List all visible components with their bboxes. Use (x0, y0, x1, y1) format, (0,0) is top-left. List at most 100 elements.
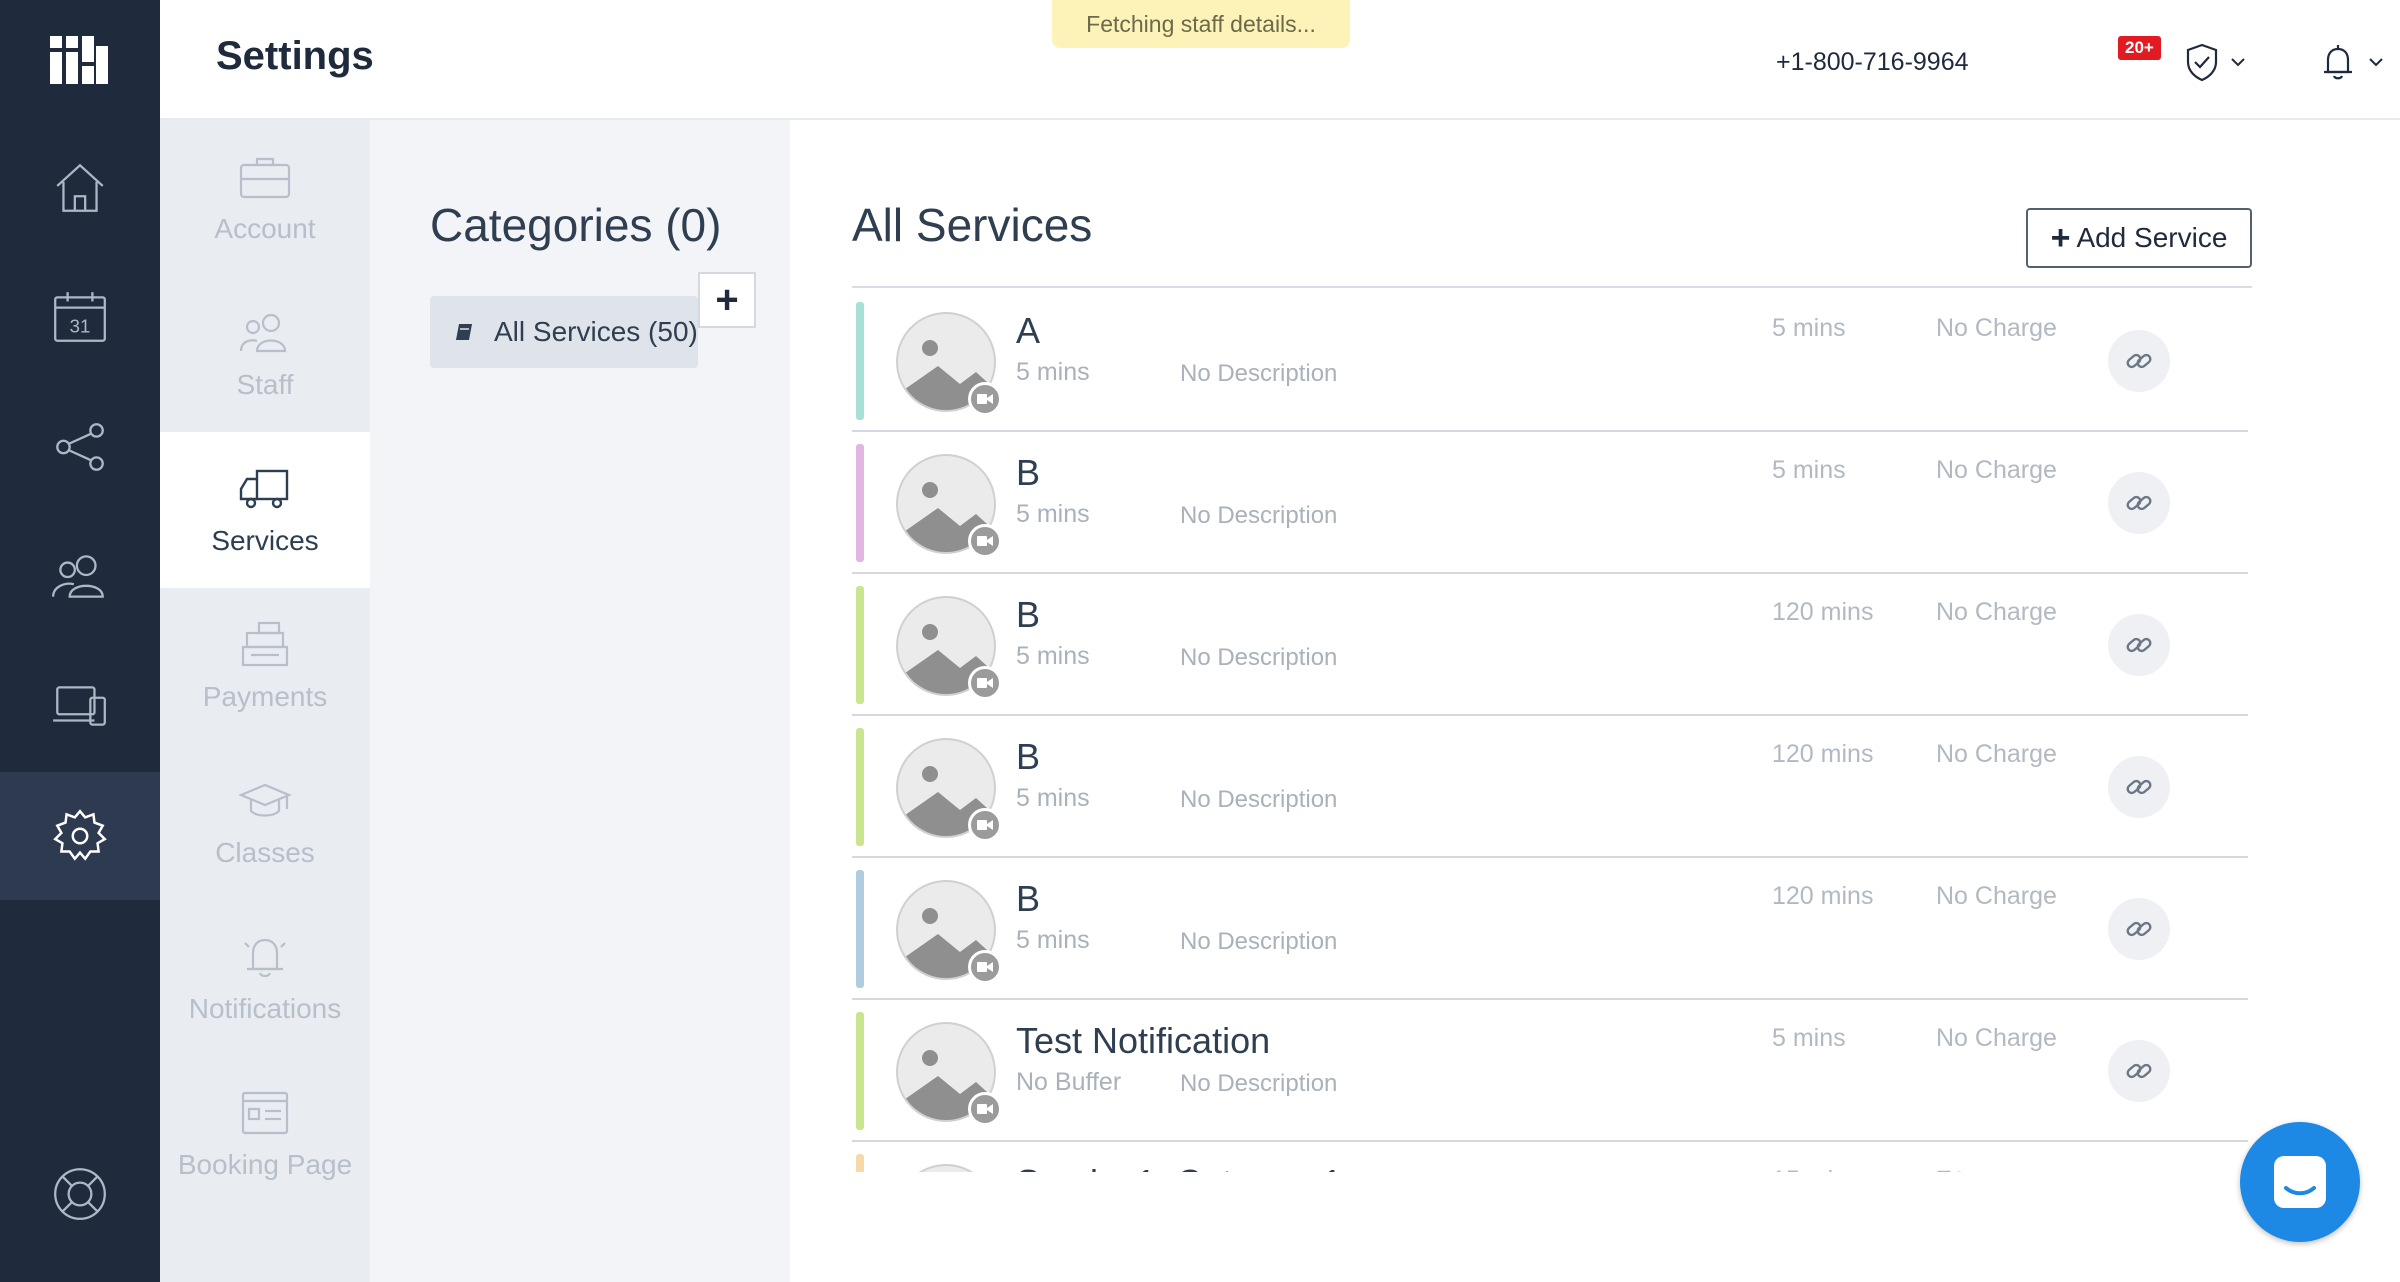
service-color-stripe (856, 586, 864, 704)
add-category-button[interactable]: + (698, 272, 756, 328)
app-logo-icon[interactable] (50, 36, 108, 84)
submenu-item-notifications[interactable]: Notifications (160, 900, 370, 1056)
svg-text:31: 31 (70, 315, 91, 336)
service-description: No Description (1180, 1070, 1338, 1097)
service-color-stripe (856, 728, 864, 846)
service-price: No Charge (1936, 314, 2057, 342)
service-name: B (1016, 878, 1041, 919)
copy-link-button[interactable] (2108, 898, 2170, 960)
video-camera-icon (968, 950, 1002, 984)
submenu-label: Account (214, 213, 316, 244)
service-row[interactable]: B 5 mins No Description 120 mins No Char… (852, 858, 2248, 1000)
category-label: All Services (50) (494, 316, 698, 347)
notifications-menu[interactable] (2318, 40, 2384, 84)
service-row[interactable]: A 5 mins No Description 5 mins No Charge (852, 290, 2248, 432)
categories-heading: Categories (0) (430, 199, 722, 251)
link-icon (2126, 779, 2152, 795)
share-icon (56, 423, 104, 471)
service-price: ₹1 (1936, 1166, 1966, 1172)
shield-icon (2186, 43, 2218, 82)
link-icon (2126, 495, 2152, 511)
devices-icon (53, 686, 106, 726)
submenu-item-classes[interactable]: Classes (160, 744, 370, 900)
page-title: Settings (216, 34, 374, 78)
service-subtitle: 5 mins (1016, 926, 1090, 954)
service-duration: 15 mins (1772, 1166, 1860, 1172)
service-price: No Charge (1936, 456, 2057, 484)
video-camera-icon (968, 382, 1002, 416)
submenu-item-services[interactable]: Services (160, 432, 370, 588)
link-icon (2126, 353, 2152, 369)
app-root: 31 Settings Fetching staff details... +1… (0, 0, 2400, 1282)
submenu-item-booking-page[interactable]: Booking Page (160, 1056, 370, 1212)
service-row[interactable]: B 5 mins No Description 120 mins No Char… (852, 574, 2248, 716)
service-price: No Charge (1936, 882, 2057, 910)
service-description: No Description (1180, 502, 1338, 529)
video-camera-icon (968, 1092, 1002, 1126)
chat-launcher-button[interactable] (2240, 1122, 2360, 1242)
service-duration: 5 mins (1772, 456, 1846, 484)
service-row[interactable]: Test Notification No Buffer No Descripti… (852, 1000, 2248, 1142)
service-subtitle: No Buffer (1016, 1068, 1122, 1096)
service-row[interactable]: B 5 mins No Description 120 mins No Char… (852, 716, 2248, 858)
service-row[interactable]: B 5 mins No Description 5 mins No Charge (852, 432, 2248, 574)
nav-customers[interactable] (0, 512, 160, 640)
service-image-placeholder (896, 1164, 996, 1172)
top-header: Settings Fetching staff details... +1-80… (160, 0, 2400, 120)
staff-icon (239, 313, 287, 353)
services-icon (239, 469, 289, 509)
service-description: No Description (1180, 360, 1338, 387)
copy-link-button[interactable] (2108, 756, 2170, 818)
loading-toast: Fetching staff details... (1052, 0, 1350, 48)
settings-submenu: Account Staff Services Payments Classes … (160, 120, 370, 1282)
submenu-item-staff[interactable]: Staff (160, 276, 370, 432)
copy-link-button[interactable] (2108, 614, 2170, 676)
home-icon (56, 163, 104, 212)
service-name: Test Notification (1016, 1020, 1271, 1061)
service-duration: 5 mins (1772, 314, 1846, 342)
submenu-item-payments[interactable]: Payments (160, 588, 370, 744)
service-duration: 120 mins (1772, 882, 1874, 910)
security-menu[interactable] (2184, 40, 2246, 84)
service-row[interactable]: Service1_Category1 15 mins ₹1 (852, 1142, 2248, 1172)
nav-settings[interactable] (0, 772, 160, 900)
nav-share[interactable] (0, 383, 160, 511)
nav-home[interactable] (0, 124, 160, 252)
plus-icon: + (2050, 218, 2071, 257)
support-phone[interactable]: +1-800-716-9964 (1776, 48, 1969, 77)
submenu-label: Notifications (188, 993, 342, 1024)
service-price: No Charge (1936, 598, 2057, 626)
nav-help[interactable] (0, 1130, 160, 1258)
book-icon (456, 324, 472, 340)
service-color-stripe (856, 1012, 864, 1130)
service-subtitle: 5 mins (1016, 358, 1090, 386)
settings-icon (53, 809, 107, 861)
copy-link-button[interactable] (2108, 1040, 2170, 1102)
link-icon (2126, 921, 2152, 937)
category-all-services[interactable]: All Services (50) (430, 296, 698, 368)
submenu-label: Payments (202, 681, 328, 712)
service-name: B (1016, 452, 1041, 493)
service-description: No Description (1180, 644, 1338, 671)
nav-calendar[interactable]: 31 (0, 254, 160, 382)
services-heading: All Services (852, 199, 1093, 251)
submenu-item-account[interactable]: Account (160, 120, 370, 276)
service-name: A (1016, 310, 1041, 351)
chat-icon (2274, 1156, 2326, 1208)
service-color-stripe (856, 870, 864, 988)
add-service-button[interactable]: + Add Service (2026, 208, 2252, 268)
link-icon (2126, 637, 2152, 653)
service-description: No Description (1180, 928, 1338, 955)
graduation-cap-icon (238, 783, 292, 817)
service-name: B (1016, 594, 1041, 635)
help-lifebuoy-icon (54, 1168, 106, 1220)
copy-link-button[interactable] (2108, 330, 2170, 392)
service-list: A 5 mins No Description 5 mins No Charge (852, 290, 2248, 1172)
nav-devices[interactable] (0, 642, 160, 770)
copy-link-button[interactable] (2108, 472, 2170, 534)
submenu-label: Staff (236, 369, 294, 400)
main-nav-rail: 31 (0, 0, 160, 1282)
service-duration: 5 mins (1772, 1024, 1846, 1052)
submenu-label: Booking Page (177, 1149, 353, 1180)
services-panel: All Services + Add Service A 5 mins No D… (790, 120, 2400, 1282)
